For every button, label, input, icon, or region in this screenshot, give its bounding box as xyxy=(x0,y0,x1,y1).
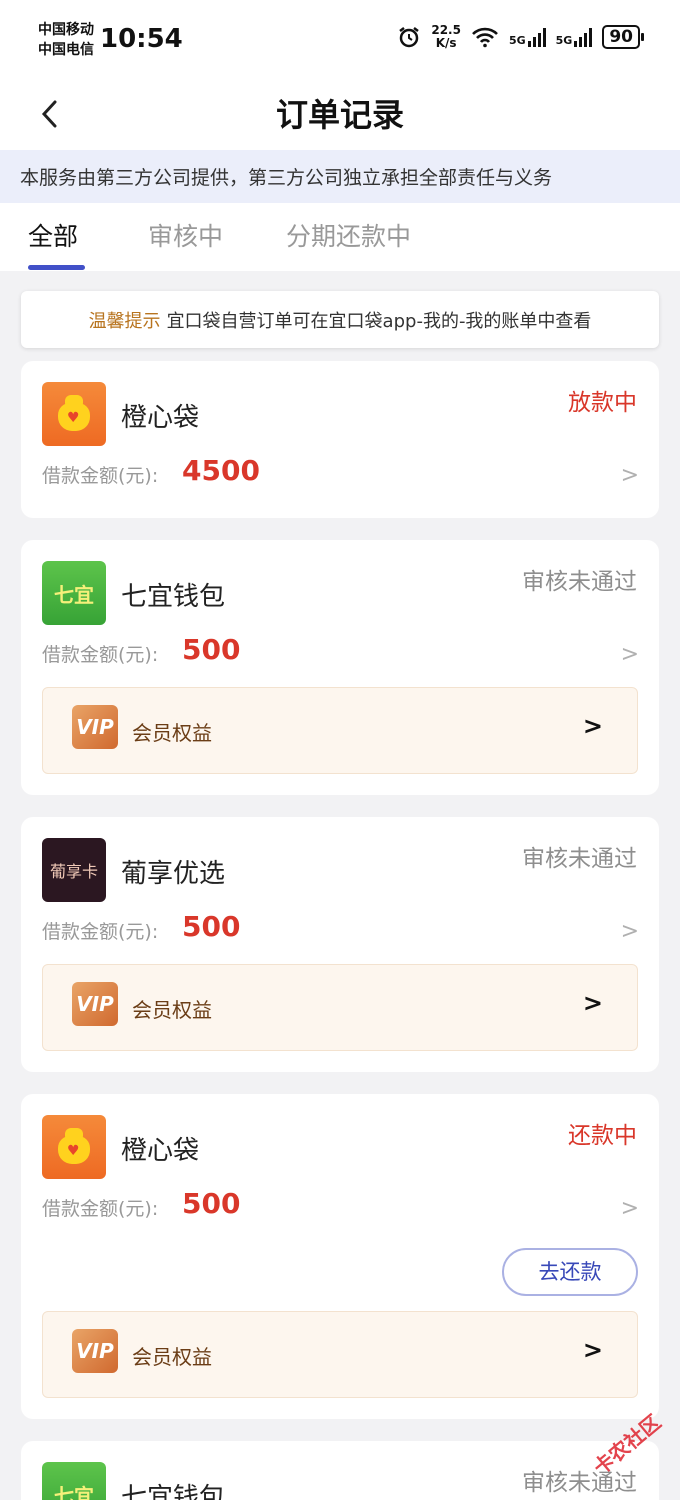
orange-bag-icon: ♥ xyxy=(42,382,106,446)
orange-bag-icon: ♥ xyxy=(42,1115,106,1179)
amount-value: 4500 xyxy=(182,454,260,487)
tab-installment[interactable]: 分期还款中 xyxy=(286,217,411,253)
puxiang-logo-icon: 葡享卡 xyxy=(42,838,106,902)
back-button[interactable] xyxy=(30,94,70,134)
chevron-left-icon xyxy=(41,100,57,128)
lender-name: 七宜钱包 xyxy=(121,1483,226,1500)
tip-text: 宜口袋自营订单可在宜口袋app-我的-我的账单中查看 xyxy=(166,311,592,332)
nav-bar: 订单记录 xyxy=(0,80,680,150)
net-speed-unit: K/s xyxy=(435,36,457,50)
repay-button[interactable]: 去还款 xyxy=(502,1248,638,1296)
order-card[interactable]: 葡享卡 葡享优选 审核未通过 借款金额(元): 500 > VIP 会员权益 > xyxy=(21,817,659,1072)
carrier-2: 中国电信 xyxy=(38,42,94,58)
qiyi-logo-icon: 七宜 xyxy=(42,1462,106,1500)
chevron-right-icon[interactable]: > xyxy=(621,1196,639,1221)
lender-name: 七宜钱包 xyxy=(121,582,226,612)
order-status: 审核未通过 xyxy=(522,846,637,872)
amount-label: 借款金额(元): xyxy=(42,465,159,487)
amount-label: 借款金额(元): xyxy=(42,644,159,666)
status-bar: 中国移动 中国电信 10:54 22.5 K/s 5G 5G 90 xyxy=(0,0,680,80)
qiyi-logo-icon: 七宜 xyxy=(42,561,106,625)
tip-label: 温馨提示 xyxy=(88,311,161,332)
wifi-icon xyxy=(472,27,498,48)
battery-indicator: 90 xyxy=(602,25,644,49)
vip-label: 会员权益 xyxy=(132,998,212,1022)
chevron-right-icon[interactable]: > xyxy=(621,642,639,667)
order-status: 审核未通过 xyxy=(522,569,637,595)
signal-1: 5G xyxy=(509,27,546,47)
vip-benefits-row[interactable]: VIP 会员权益 > xyxy=(42,964,638,1051)
vip-label: 会员权益 xyxy=(132,1345,212,1369)
vip-label: 会员权益 xyxy=(132,721,212,745)
chevron-right-icon[interactable]: > xyxy=(621,463,639,488)
signal-1-label: 5G xyxy=(508,34,526,47)
order-card[interactable]: 七宜 七宜钱包 审核未通过 借款金额(元): 500 > VIP 会员权益 > xyxy=(21,540,659,795)
tab-all[interactable]: 全部 xyxy=(28,217,78,253)
tab-bar: 全部 审核中 分期还款中 xyxy=(0,203,680,271)
order-card[interactable]: ♥ 橙心袋 还款中 借款金额(元): 500 > 去还款 VIP 会员权益 > xyxy=(21,1094,659,1419)
page-title: 订单记录 xyxy=(275,96,404,134)
amount-value: 500 xyxy=(182,1187,241,1220)
amount-label: 借款金额(元): xyxy=(42,1198,159,1220)
vip-icon: VIP xyxy=(72,1329,118,1373)
vip-icon: VIP xyxy=(72,982,118,1026)
vip-benefits-row[interactable]: VIP 会员权益 > xyxy=(42,1311,638,1398)
chevron-right-icon: > xyxy=(582,989,603,1017)
lender-name: 橙心袋 xyxy=(121,403,200,433)
service-notice: 本服务由第三方公司提供，第三方公司独立承担全部责任与义务 xyxy=(0,150,680,203)
order-status: 放款中 xyxy=(568,390,637,416)
tab-reviewing[interactable]: 审核中 xyxy=(148,217,223,253)
vip-benefits-row[interactable]: VIP 会员权益 > xyxy=(42,687,638,774)
order-card[interactable]: 七宜 七宜钱包 审核未通过 xyxy=(21,1441,659,1500)
order-status: 审核未通过 xyxy=(522,1470,637,1496)
signal-bars-icon xyxy=(574,27,593,47)
net-speed: 22.5 K/s xyxy=(431,24,461,50)
signal-bars-icon xyxy=(527,27,546,47)
signal-2: 5G xyxy=(556,27,593,47)
signal-2-label: 5G xyxy=(555,34,573,47)
amount-value: 500 xyxy=(182,910,241,943)
chevron-right-icon: > xyxy=(582,712,603,740)
active-tab-indicator xyxy=(28,265,85,270)
carrier-1: 中国移动 xyxy=(38,22,94,38)
chevron-right-icon[interactable]: > xyxy=(621,919,639,944)
lender-name: 橙心袋 xyxy=(121,1136,200,1166)
chevron-right-icon: > xyxy=(582,1336,603,1364)
alarm-icon xyxy=(399,27,420,48)
lender-name: 葡享优选 xyxy=(121,859,226,889)
amount-value: 500 xyxy=(182,633,241,666)
status-icons: 22.5 K/s 5G 5G 90 xyxy=(397,24,644,50)
order-status: 还款中 xyxy=(568,1123,637,1149)
amount-label: 借款金额(元): xyxy=(42,921,159,943)
carrier-info: 中国移动 中国电信 xyxy=(38,20,94,60)
tip-banner: 温馨提示 宜口袋自营订单可在宜口袋app-我的-我的账单中查看 xyxy=(21,291,659,348)
vip-icon: VIP xyxy=(72,705,118,749)
clock: 10:54 xyxy=(100,24,183,54)
order-card[interactable]: ♥ 橙心袋 放款中 借款金额(元): 4500 > xyxy=(21,361,659,518)
